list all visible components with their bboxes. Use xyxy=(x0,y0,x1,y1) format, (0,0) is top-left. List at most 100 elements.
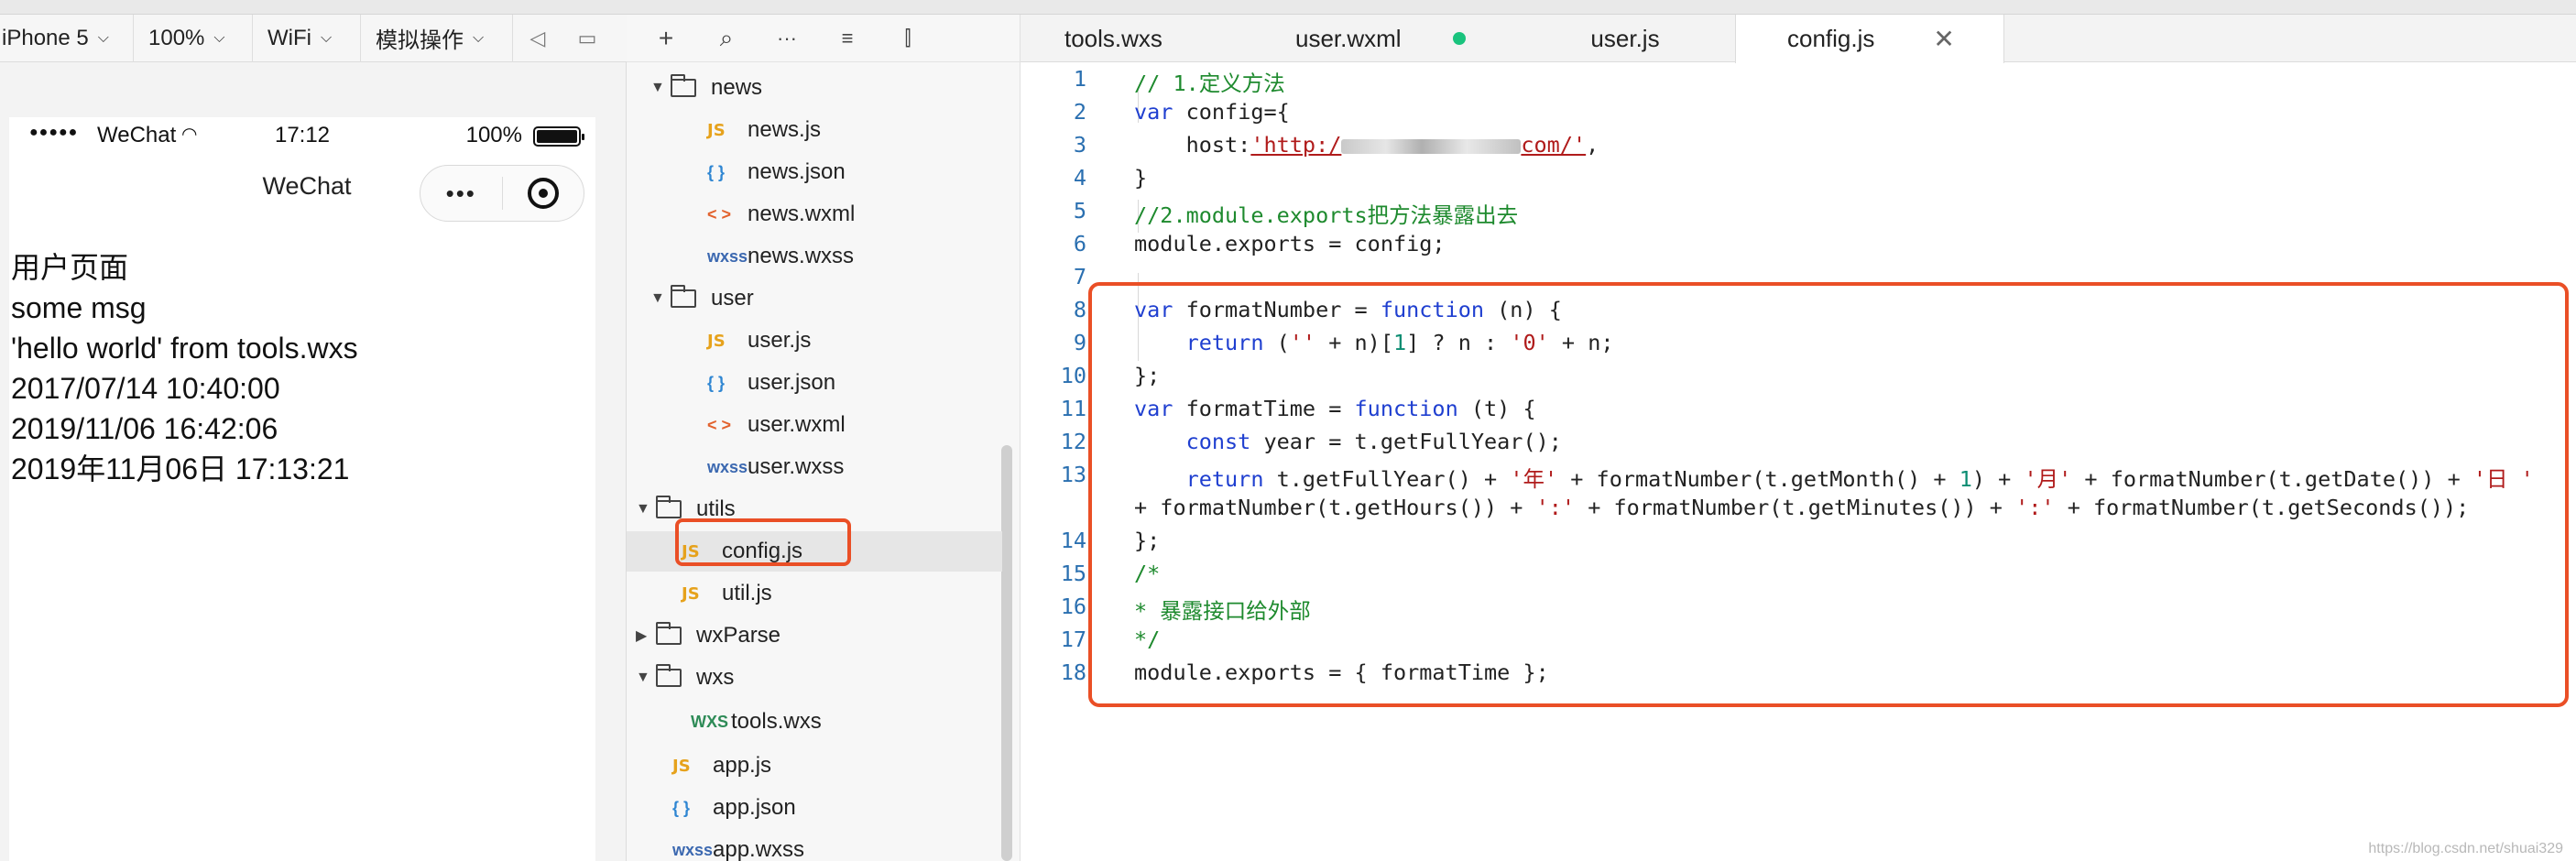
line-number: 1 xyxy=(1073,66,1086,92)
caret-down-icon[interactable]: ▼ xyxy=(636,670,656,686)
code-line-2: var config={ xyxy=(1134,99,1290,125)
tab-label: user.js xyxy=(1590,24,1660,52)
code-token: , xyxy=(1586,132,1599,158)
more-icon[interactable]: ••• xyxy=(420,180,502,208)
caret-down-icon[interactable]: ▼ xyxy=(650,80,671,96)
folder-icon xyxy=(656,664,682,687)
tree-file[interactable]: < > news.wxml xyxy=(627,194,855,234)
tree-file[interactable]: wxss user.wxss xyxy=(627,447,844,487)
line-number: 13 xyxy=(1060,462,1086,487)
code-line-3: host:'http:/ com/', xyxy=(1134,132,1599,158)
search-icon[interactable]: ⌕ xyxy=(696,15,757,62)
code-token: config={ xyxy=(1173,99,1290,125)
wxss-file-icon: wxss xyxy=(707,457,748,476)
config-file-highlight-box xyxy=(675,518,851,566)
code-token: com/' xyxy=(1521,132,1587,158)
tree-file[interactable]: JS user.js xyxy=(627,321,811,361)
code-line-1: // 1.定义方法 xyxy=(1134,66,1285,97)
tree-folder[interactable]: ▶ wxParse xyxy=(627,616,780,656)
tree-file[interactable]: JS news.js xyxy=(627,110,821,150)
code-token: var xyxy=(1134,99,1173,125)
line-number: 5 xyxy=(1073,198,1086,223)
code-line-4: } xyxy=(1134,165,1147,191)
file-explorer: + ⌕ ··· ≡ ⫿ ▼ news JS news.js { } news.json < … xyxy=(627,15,1021,861)
line-number: 2 xyxy=(1073,99,1086,125)
tree-file[interactable]: wxss app.wxss xyxy=(627,830,804,861)
modified-dot-icon xyxy=(1452,32,1466,45)
tree-file[interactable]: { } app.json xyxy=(627,788,796,828)
tree-item-label: news.wxss xyxy=(748,244,855,268)
tree-file[interactable]: { } news.json xyxy=(627,152,846,192)
tree-item-label: wxParse xyxy=(696,623,781,648)
network-select-value: WiFi xyxy=(267,25,311,50)
line-number: 16 xyxy=(1060,594,1086,619)
line-number: 8 xyxy=(1073,297,1086,322)
tree-item-label: news xyxy=(711,75,763,100)
zoom-select[interactable]: 100% ⌵ xyxy=(134,14,253,62)
folder-icon xyxy=(656,496,682,518)
close-icon[interactable]: ✕ xyxy=(1933,24,1954,54)
tab-tools-wxs[interactable]: tools.wxs xyxy=(1064,15,1229,62)
content-line: some msg xyxy=(11,291,147,324)
tree-item-label: news.js xyxy=(748,117,822,142)
js-file-icon: JS xyxy=(707,120,726,140)
content-line: 2019/11/06 16:42:06 xyxy=(11,412,278,445)
tab-config-js[interactable]: config.js ✕ xyxy=(1735,15,2004,63)
battery-icon xyxy=(533,126,584,147)
tree-folder[interactable]: ▼ news xyxy=(627,68,762,108)
redacted-block xyxy=(1341,138,1522,154)
tab-user-js[interactable]: user.js xyxy=(1534,15,1717,62)
caret-down-icon[interactable]: ▼ xyxy=(650,290,671,307)
device-select-value: iPhone 5 xyxy=(2,25,89,50)
tree-item-label: news.wxml xyxy=(748,202,856,226)
tree-item-label: tools.wxs xyxy=(731,709,822,734)
tree-file[interactable]: JS util.js xyxy=(627,573,772,614)
caret-down-icon[interactable]: ▼ xyxy=(636,501,656,518)
page-content: 用户页面 some msg 'hello world' from tools.w… xyxy=(11,247,358,489)
line-number: 12 xyxy=(1060,429,1086,454)
status-bar: ●●●●● WeChat ◠ 17:12 100% xyxy=(9,117,595,154)
code-line-5: //2.module.exports把方法暴露出去 xyxy=(1134,198,1518,229)
tree-folder[interactable]: ▼ user xyxy=(627,278,754,319)
watermark: https://blog.csdn.net/shuai329 xyxy=(2368,841,2563,856)
tree-folder[interactable]: ▼ wxs xyxy=(627,658,734,698)
caret-right-icon[interactable]: ▶ xyxy=(636,627,656,645)
line-number: 6 xyxy=(1073,231,1086,256)
tree-item-label: util.js xyxy=(722,581,772,605)
explorer-scrollbar[interactable] xyxy=(1001,445,1012,861)
close-miniprogram-button[interactable] xyxy=(503,178,584,209)
code-line-6: module.exports = config; xyxy=(1134,231,1446,256)
code-url: 'http:/ com/' xyxy=(1250,132,1586,158)
line-number: 7 xyxy=(1073,264,1086,289)
simulator-toolbar: iPhone 5 ⌵ 100% ⌵ WiFi ⌵ 模拟操作 ⌵ ◁ ▭ xyxy=(0,14,627,62)
tab-label: tools.wxs xyxy=(1064,24,1162,52)
tab-label: user.wxml xyxy=(1295,24,1402,52)
add-icon[interactable]: + xyxy=(636,15,696,62)
sound-icon[interactable]: ◁ xyxy=(513,15,562,62)
window-icon[interactable]: ▭ xyxy=(562,15,612,62)
outdent-icon[interactable]: ≡ xyxy=(817,15,878,62)
wxml-file-icon: < > xyxy=(707,204,732,223)
code-token: // 1.定义方法 xyxy=(1134,71,1285,96)
network-select[interactable]: WiFi ⌵ xyxy=(253,14,361,62)
chevron-down-icon: ⌵ xyxy=(213,29,225,46)
folder-icon xyxy=(671,285,696,308)
tree-item-label: app.js xyxy=(713,753,772,778)
wxs-file-icon: WXS xyxy=(691,712,729,731)
battery-percent: 100% xyxy=(465,123,522,147)
js-file-icon: JS xyxy=(672,756,691,776)
tree-file[interactable]: WXS tools.wxs xyxy=(627,702,822,742)
zoom-select-value: 100% xyxy=(148,25,205,50)
tree-item-label: news.json xyxy=(748,159,846,184)
folder-icon xyxy=(671,74,696,97)
tree-file[interactable]: < > user.wxml xyxy=(627,405,846,445)
tree-file[interactable]: JS app.js xyxy=(627,746,771,786)
device-select[interactable]: iPhone 5 ⌵ xyxy=(0,14,134,62)
simulate-select[interactable]: 模拟操作 ⌵ xyxy=(361,14,513,62)
tree-file[interactable]: { } user.json xyxy=(627,363,835,403)
more-icon[interactable]: ··· xyxy=(757,15,817,62)
tree-file[interactable]: wxss news.wxss xyxy=(627,236,854,277)
simulate-select-value: 模拟操作 xyxy=(376,28,464,53)
circle-dot-icon xyxy=(527,178,559,209)
split-icon[interactable]: ⫿ xyxy=(878,15,938,62)
